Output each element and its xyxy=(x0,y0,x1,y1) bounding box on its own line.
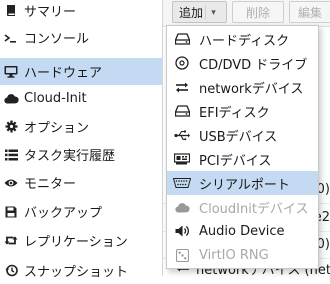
serial-port-icon xyxy=(167,171,197,195)
menu-item-label: シリアルポート xyxy=(199,177,290,193)
exchange-icon xyxy=(167,75,197,99)
add-button[interactable]: 追加 ▾ xyxy=(172,1,227,23)
sidebar-item-hardware[interactable]: ハードウェア xyxy=(0,58,162,85)
floppy-icon xyxy=(0,198,22,225)
delete-button[interactable]: 削除 xyxy=(232,1,284,23)
sidebar-item-label: オプション xyxy=(24,121,90,136)
cloud-icon xyxy=(167,195,197,219)
sidebar-item-snapshot[interactable]: スナップショット xyxy=(0,257,162,284)
menu-item-label: USBデバイス xyxy=(199,129,278,145)
menu-item-label: Audio Device xyxy=(199,223,285,239)
hdd-icon xyxy=(167,27,197,51)
retweet-icon xyxy=(0,227,22,254)
menu-item-cd-dvd-drive[interactable]: CD/DVD ドライブ xyxy=(167,51,318,75)
menu-item-efi-disk[interactable]: EFIディスク xyxy=(167,99,318,123)
menu-item-cloudinit-device[interactable]: CloudInitデバイス xyxy=(167,195,318,219)
menu-item-label: ハードディスク xyxy=(199,33,290,49)
terminal-icon xyxy=(0,24,22,51)
menu-item-label: CD/DVD ドライブ xyxy=(199,57,308,73)
sidebar-item-label: ハードウェア xyxy=(24,66,103,81)
add-hardware-menu: ハードディスク CD/DVD ドライブ networkデバイス EFIディスク … xyxy=(166,25,319,269)
sidebar-item-label: Cloud-Init xyxy=(24,91,87,106)
menu-item-label: networkデバイス xyxy=(199,81,304,97)
chevron-down-icon: ▾ xyxy=(205,5,221,20)
menu-item-pci-device[interactable]: PCIデバイス xyxy=(167,147,318,171)
sidebar-item-label: サマリー xyxy=(24,5,77,20)
usb-icon xyxy=(167,123,197,147)
toolbar: 追加 ▾ 削除 編集 xyxy=(163,0,330,27)
dice-icon xyxy=(167,243,197,267)
sidebar-item-label: バックアップ xyxy=(24,206,103,221)
book-icon xyxy=(0,0,22,24)
monitor-icon xyxy=(0,58,22,85)
sidebar-item-replication[interactable]: レプリケーション xyxy=(0,227,162,254)
delete-button-label: 削除 xyxy=(245,5,270,20)
sidebar: サマリー コンソール ハードウェア Cloud-Init オプション タスク実行… xyxy=(0,0,163,280)
menu-item-label: EFIディスク xyxy=(199,105,270,121)
disc-icon xyxy=(167,51,197,75)
eye-icon xyxy=(0,169,22,196)
pci-card-icon xyxy=(167,147,197,171)
menu-item-network-device[interactable]: networkデバイス xyxy=(167,75,318,99)
sidebar-item-summary[interactable]: サマリー xyxy=(0,0,162,24)
menu-item-label: VirtIO RNG xyxy=(199,247,269,263)
history-icon xyxy=(0,257,22,284)
menu-item-audio-device[interactable]: Audio Device xyxy=(167,219,318,243)
edit-button[interactable]: 編集 xyxy=(289,1,330,23)
menu-item-label: PCIデバイス xyxy=(199,153,272,169)
list-icon xyxy=(0,141,22,168)
sidebar-item-options[interactable]: オプション xyxy=(0,113,162,140)
menu-item-label: CloudInitデバイス xyxy=(199,201,309,217)
sidebar-item-label: モニター xyxy=(24,177,77,192)
menu-item-usb-device[interactable]: USBデバイス xyxy=(167,123,318,147)
edit-button-label: 編集 xyxy=(298,5,323,20)
sidebar-item-backup[interactable]: バックアップ xyxy=(0,198,162,225)
speaker-icon xyxy=(167,219,197,243)
sidebar-item-console[interactable]: コンソール xyxy=(0,24,162,51)
menu-item-virtio-rng[interactable]: VirtIO RNG xyxy=(167,243,318,267)
gear-icon xyxy=(0,113,22,140)
cloud-icon xyxy=(0,85,22,112)
hdd-icon xyxy=(167,99,197,123)
sidebar-item-label: タスク実行履歴 xyxy=(24,149,116,164)
sidebar-item-task-history[interactable]: タスク実行履歴 xyxy=(0,141,162,168)
sidebar-item-label: コンソール xyxy=(24,32,90,47)
sidebar-item-label: スナップショット xyxy=(24,265,129,280)
sidebar-item-cloud-init[interactable]: Cloud-Init xyxy=(0,85,162,112)
menu-item-hard-disk[interactable]: ハードディスク xyxy=(167,27,318,51)
sidebar-item-label: レプリケーション xyxy=(24,235,128,250)
add-button-label: 追加 xyxy=(179,5,204,20)
sidebar-item-monitor[interactable]: モニター xyxy=(0,169,162,196)
menu-item-serial-port[interactable]: シリアルポート xyxy=(167,171,318,195)
